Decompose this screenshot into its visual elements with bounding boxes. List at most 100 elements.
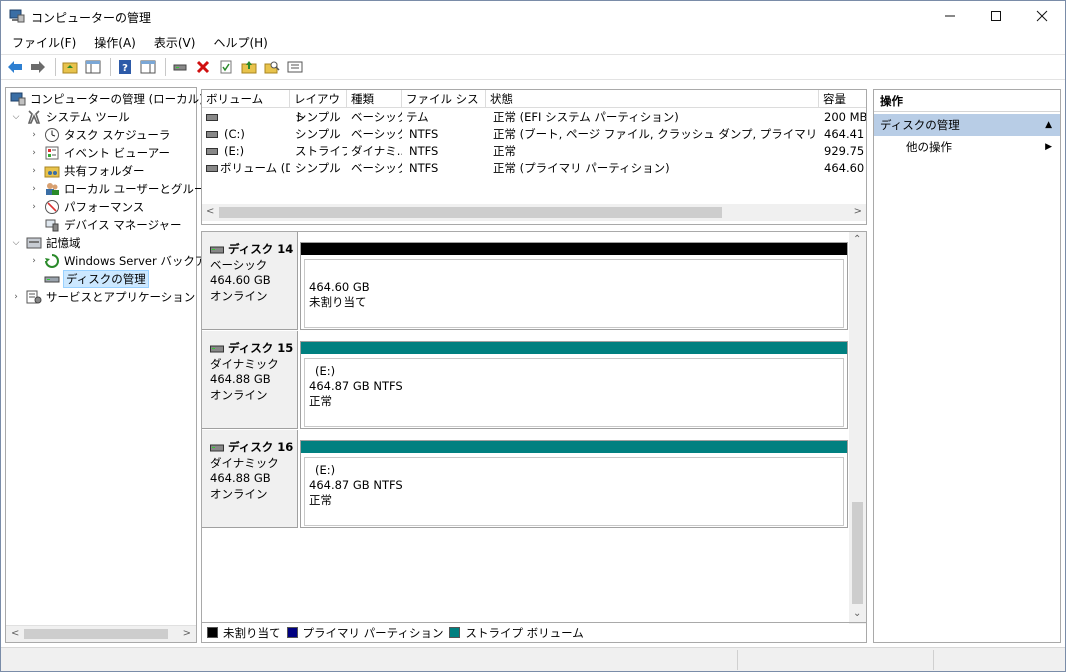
tree-item-windows-backup[interactable]: › Windows Server バックア xyxy=(28,252,206,270)
scroll-up-icon[interactable]: ⌃ xyxy=(853,234,861,245)
volume-list-horizontal-scrollbar[interactable]: < > xyxy=(202,204,866,221)
tree-label: タスク スケジューラ xyxy=(64,128,171,142)
properties-button[interactable] xyxy=(285,57,305,77)
up-folder-button[interactable] xyxy=(60,57,80,77)
show-hide-tree-icon xyxy=(85,60,101,74)
search-button[interactable] xyxy=(262,57,282,77)
menu-file[interactable]: ファイル(F) xyxy=(7,34,81,51)
partition-striped-volume[interactable]: (E:) 464.87 GB NTFS 正常 xyxy=(300,440,848,528)
delete-button[interactable] xyxy=(193,57,213,77)
disk-row[interactable]: ディスク 16 ダイナミック 464.88 GB オンライン (E:) 464.… xyxy=(202,430,850,528)
scroll-down-icon[interactable]: ⌄ xyxy=(853,608,861,619)
device-manager-icon xyxy=(45,219,59,232)
collapsed-chevron-icon[interactable]: › xyxy=(28,166,40,176)
disk-view-vertical-scrollbar[interactable]: ⌃ ⌄ xyxy=(849,232,866,624)
tree-item-services[interactable]: › サービスとアプリケーション xyxy=(10,288,195,306)
scroll-left-icon[interactable]: < xyxy=(11,628,19,639)
scroll-right-icon[interactable]: > xyxy=(854,206,862,217)
action-more-actions[interactable]: 他の操作 ▶ xyxy=(874,136,1060,158)
forward-button[interactable] xyxy=(28,57,48,77)
volume-type: ベーシック xyxy=(351,127,402,141)
collapsed-chevron-icon[interactable]: › xyxy=(28,130,40,140)
check-button[interactable] xyxy=(216,57,236,77)
connect-button[interactable] xyxy=(170,57,190,77)
tree-item-task-scheduler[interactable]: › タスク スケジューラ xyxy=(28,126,170,144)
volume-row[interactable]: ボリューム (D:) シンプル ベーシック NTFS 正常 (プライマリ パーテ… xyxy=(202,160,866,177)
tree-horizontal-scrollbar[interactable]: < > xyxy=(6,625,196,642)
show-hide-action-pane-button[interactable] xyxy=(138,57,158,77)
partition-body[interactable]: (E:) 464.87 GB NTFS 正常 xyxy=(304,358,844,427)
tree-item-disk-management[interactable]: ディスクの管理 xyxy=(44,270,149,288)
status-segment xyxy=(933,650,1065,670)
collapsed-chevron-icon[interactable]: › xyxy=(28,256,40,266)
column-header-capacity[interactable]: 容量 xyxy=(819,90,866,108)
disk-type: ダイナミック xyxy=(210,455,279,470)
show-hide-tree-button[interactable] xyxy=(83,57,103,77)
disk-label[interactable]: ディスク 16 ダイナミック 464.88 GB オンライン xyxy=(202,430,298,528)
tree-label: 共有フォルダー xyxy=(64,164,145,178)
column-header-status[interactable]: 状態 xyxy=(486,90,819,108)
storage-icon xyxy=(26,237,42,249)
collapsed-chevron-icon[interactable]: › xyxy=(28,202,40,212)
collapsed-chevron-icon[interactable]: › xyxy=(10,292,22,302)
back-button[interactable] xyxy=(5,57,25,77)
tree-item-storage[interactable]: ⌵ 記憶域 xyxy=(10,234,81,252)
action-section-disk-management[interactable]: ディスクの管理 ▲ xyxy=(874,114,1060,136)
partition-body[interactable]: (E:) 464.87 GB NTFS 正常 xyxy=(304,457,844,526)
disk-state: オンライン xyxy=(210,387,268,402)
expanded-chevron-icon[interactable]: ⌵ xyxy=(10,112,22,122)
tree-item-device-manager[interactable]: デバイス マネージャー xyxy=(44,216,182,234)
partition-unallocated[interactable]: 464.60 GB 未割り当て xyxy=(300,242,848,330)
disk-state: オンライン xyxy=(210,486,268,501)
disk-row[interactable]: ディスク 15 ダイナミック 464.88 GB オンライン (E:) 464.… xyxy=(202,331,850,429)
volume-status: 正常 xyxy=(493,144,516,158)
tree-item-root[interactable]: コンピューターの管理 (ローカル) xyxy=(10,90,204,108)
volume-filesystem: NTFS xyxy=(409,127,439,141)
legend-item: プライマリ パーティション xyxy=(286,625,443,641)
expanded-chevron-icon[interactable]: ⌵ xyxy=(10,238,22,248)
menu-view[interactable]: 表示(V) xyxy=(149,34,201,51)
partition-body[interactable]: 464.60 GB 未割り当て xyxy=(304,259,844,328)
scrollbar-thumb[interactable] xyxy=(852,502,863,604)
partition-striped-volume[interactable]: (E:) 464.87 GB NTFS 正常 xyxy=(300,341,848,429)
close-button[interactable] xyxy=(1019,1,1065,31)
collapse-up-icon[interactable]: ▲ xyxy=(1045,114,1052,136)
scroll-right-icon[interactable]: > xyxy=(183,628,191,639)
column-header-volume[interactable]: ボリューム xyxy=(202,90,290,108)
tree-item-performance[interactable]: › パフォーマンス xyxy=(28,198,144,216)
volume-row[interactable]: シンプル ベーシック 正常 (EFI システム パーティション) 200 MB xyxy=(202,109,866,126)
volume-filesystem: NTFS xyxy=(409,161,439,175)
tree-item-system-tools[interactable]: ⌵ システム ツール xyxy=(10,108,130,126)
legend-label: 未割り当て xyxy=(223,625,281,640)
volume-type: ベーシック xyxy=(351,110,402,124)
volume-row[interactable]: (E:) ストライプ ダイナミ... NTFS 正常 929.75 G xyxy=(202,143,866,160)
tree-item-event-viewer[interactable]: › イベント ビューアー xyxy=(28,144,170,162)
volume-row[interactable]: (C:) シンプル ベーシック NTFS 正常 (ブート, ページ ファイル, … xyxy=(202,126,866,143)
help-button[interactable]: ? xyxy=(115,57,135,77)
volume-type: ベーシック xyxy=(351,161,402,175)
collapsed-chevron-icon[interactable]: › xyxy=(28,184,40,194)
minimize-button[interactable] xyxy=(927,1,973,31)
disk-label[interactable]: ディスク 15 ダイナミック 464.88 GB オンライン xyxy=(202,331,298,429)
column-header-layout[interactable]: レイアウト xyxy=(290,90,347,124)
export-button[interactable] xyxy=(239,57,259,77)
menu-help[interactable]: ヘルプ(H) xyxy=(208,34,272,51)
disk-label[interactable]: ディスク 14 ベーシック 464.60 GB オンライン xyxy=(202,232,298,330)
disk-row[interactable]: ディスク 14 ベーシック 464.60 GB オンライン 464.60 GB … xyxy=(202,232,850,330)
disk-graphical-view: ディスク 14 ベーシック 464.60 GB オンライン 464.60 GB … xyxy=(201,231,867,643)
scroll-left-icon[interactable]: < xyxy=(206,206,214,217)
disk-state: オンライン xyxy=(210,288,268,303)
tree-item-shared-folders[interactable]: › 共有フォルダー xyxy=(28,162,145,180)
column-header-type[interactable]: 種類 xyxy=(347,90,402,108)
column-header-filesystem[interactable]: ファイル システム xyxy=(402,90,486,124)
menu-action[interactable]: 操作(A) xyxy=(89,34,141,51)
disk-icon xyxy=(210,345,224,353)
computer-management-icon xyxy=(9,9,25,23)
scrollbar-thumb[interactable] xyxy=(24,629,168,639)
volume-layout: シンプル xyxy=(295,161,341,175)
tree-item-local-users[interactable]: › ローカル ユーザーとグループ xyxy=(28,180,216,198)
scrollbar-thumb[interactable] xyxy=(219,207,722,218)
maximize-button[interactable] xyxy=(973,1,1019,31)
title-bar: コンピューターの管理 xyxy=(1,1,1065,31)
collapsed-chevron-icon[interactable]: › xyxy=(28,148,40,158)
